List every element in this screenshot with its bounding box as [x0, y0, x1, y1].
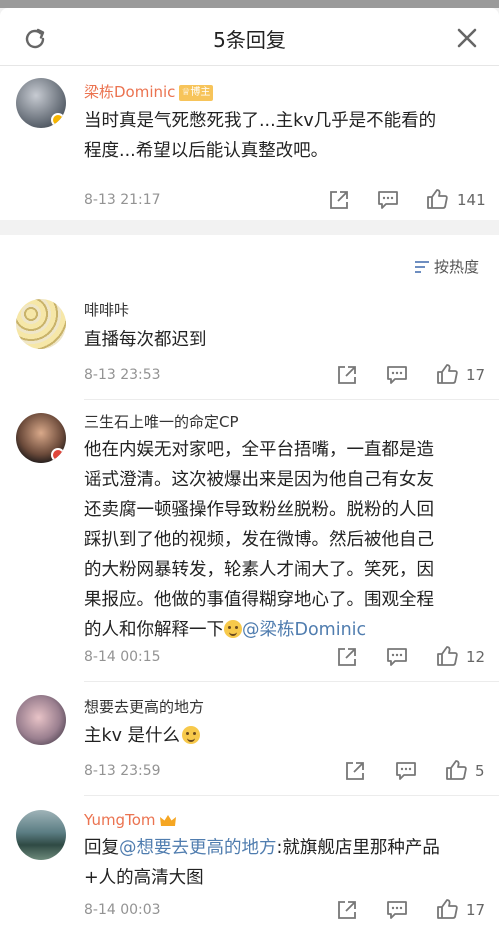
share-icon[interactable] [344, 760, 366, 782]
blogger-badge: ♕博主 [179, 84, 214, 101]
comment-text: 当时真是气死憋死我了...主kv几乎是不能看的 程度...希望以后能认真整改吧。 [84, 106, 489, 166]
like-count: 17 [466, 901, 486, 919]
reply-line: 回复@想要去更高的地方:就旗舰店里那种产品 [84, 833, 494, 863]
status-strip [0, 0, 499, 8]
badge-label: 博主 [190, 86, 211, 98]
reply-text: 主kv 是什么 [84, 721, 201, 751]
reply-text: 回复@想要去更高的地方:就旗舰店里那种产品 +人的高清大图 [84, 833, 494, 893]
like-count: 12 [466, 648, 486, 666]
reply-line: +人的高清大图 [84, 868, 204, 888]
avatar[interactable] [16, 413, 66, 463]
comment-icon[interactable] [386, 899, 408, 921]
reply-time: 8-14 00:15 [84, 649, 161, 665]
comment-line: 程度...希望以后能认真整改吧。 [84, 141, 329, 161]
reply-line-text: 的人和你解释一下 [84, 620, 224, 640]
reply-author[interactable]: 三生石上唯一的命定CP [84, 411, 239, 432]
like-count: 141 [457, 191, 486, 209]
comment-line: 当时真是气死憋死我了...主kv几乎是不能看的 [84, 111, 437, 131]
reply-line: 踩扒到了他的视频，发在微博。然后被他自己 [84, 530, 434, 550]
share-icon[interactable] [328, 189, 350, 211]
share-icon[interactable] [336, 364, 358, 386]
reply-line: 果报应。他做的事值得糊穿地心了。围观全程 [84, 590, 434, 610]
reply-line: 还卖腐一顿骚操作导致粉丝脱粉。脱粉的人回 [84, 500, 434, 520]
like-count: 5 [475, 762, 485, 780]
reply-author[interactable]: YumgTom [84, 811, 177, 829]
like-count: 17 [466, 366, 486, 384]
like-icon[interactable] [426, 188, 448, 210]
reply-line: 他在内娱无对家吧，全平台捂嘴，一直都是造 [84, 440, 434, 460]
emoji-icon [182, 726, 201, 744]
emoji-icon [224, 620, 242, 638]
root-comment: 梁栋Dominic ♕博主 当时真是气死憋死我了...主kv几乎是不能看的 程度.… [0, 66, 499, 220]
reply-time: 8-14 00:03 [84, 902, 161, 918]
like-icon[interactable] [445, 759, 467, 781]
like-icon[interactable] [436, 363, 458, 385]
comment-icon[interactable] [377, 189, 399, 211]
divider [84, 399, 499, 400]
reply-text: 直播每次都迟到 [84, 330, 207, 350]
author-name[interactable]: 梁栋Dominic [84, 83, 175, 101]
divider [84, 681, 499, 682]
share-icon[interactable] [336, 646, 358, 668]
avatar[interactable] [16, 299, 66, 349]
mention-link[interactable]: @梁栋Dominic [242, 620, 366, 640]
comment-author[interactable]: 梁栋Dominic ♕博主 [84, 81, 214, 102]
sort-toggle[interactable]: 按热度 [414, 256, 479, 277]
comment-icon[interactable] [386, 364, 408, 386]
crown-icon [160, 814, 177, 826]
reply-line: 的大粉网暴转发，轮素人才闹大了。笑死，因 [84, 560, 434, 580]
like-icon[interactable] [436, 898, 458, 920]
comment-icon[interactable] [386, 646, 408, 668]
reply-list: 按热度 啡啡咔 直播每次都迟到 8-13 23:53 17 三生石上唯一的命定C… [0, 235, 499, 932]
reply-author[interactable]: 啡啡咔 [84, 299, 129, 320]
sort-icon [414, 260, 429, 273]
comment-icon[interactable] [395, 760, 417, 782]
reply-line-text: :就旗舰店里那种产品 [276, 838, 440, 858]
close-icon[interactable] [455, 26, 479, 50]
author-name[interactable]: YumgTom [84, 811, 155, 829]
avatar[interactable] [16, 810, 66, 860]
reply-text: 他在内娱无对家吧，全平台捂嘴，一直都是造 谣式澄清。这次被爆出来是因为他自己有女… [84, 435, 494, 645]
reply-time: 8-13 23:59 [84, 763, 161, 779]
reply-prefix: 回复 [84, 838, 119, 858]
reply-line: 的人和你解释一下 @梁栋Dominic [84, 615, 494, 645]
avatar[interactable] [16, 78, 66, 128]
section-gap [0, 220, 499, 235]
comment-time: 8-13 21:17 [84, 192, 161, 208]
reply-line: 谣式澄清。这次被爆出来是因为他自己有女友 [84, 470, 434, 490]
divider [84, 795, 499, 796]
avatar[interactable] [16, 695, 66, 745]
share-icon[interactable] [336, 899, 358, 921]
mention-link[interactable]: @想要去更高的地方 [119, 838, 277, 858]
sheet-header: 5条回复 [0, 8, 499, 66]
reply-time: 8-13 23:53 [84, 367, 161, 383]
sheet-title: 5条回复 [213, 28, 286, 52]
like-icon[interactable] [436, 645, 458, 667]
reply-author[interactable]: 想要去更高的地方 [84, 696, 204, 717]
sort-label: 按热度 [433, 258, 479, 276]
reply-line-text: 主kv 是什么 [84, 726, 181, 746]
